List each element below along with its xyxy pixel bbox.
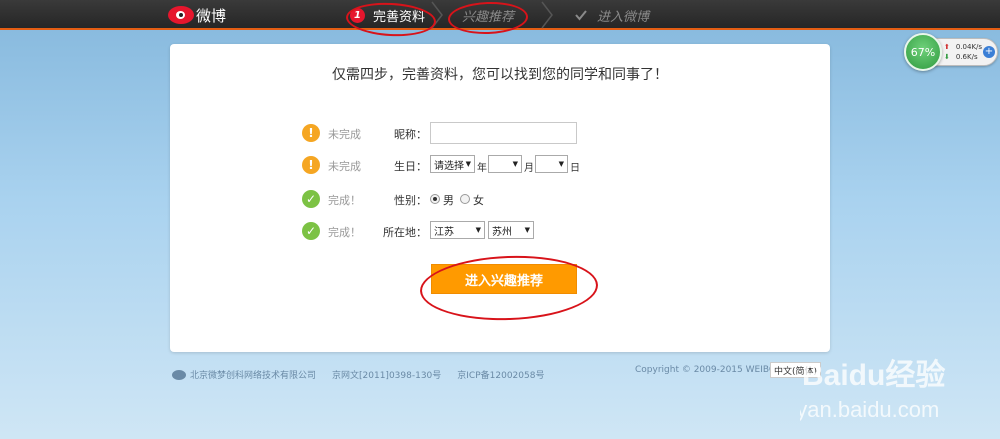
step-label: 完善资料 — [373, 9, 426, 25]
memory-usage-circle[interactable]: 67% — [904, 33, 942, 71]
upload-speed-value: 0.04K/s — [955, 43, 983, 51]
step-label: 进入微博 — [597, 9, 650, 25]
year-unit: 年 — [477, 163, 487, 174]
birthday-row: ! 未完成 生日： 请选择 年 月 日 — [170, 154, 830, 176]
check-circle-icon: ✓ — [302, 222, 320, 240]
chevron-right-icon — [541, 1, 553, 29]
arrow-up-icon: ⬆ — [944, 43, 950, 51]
profile-card: 仅需四步，完善资料，您可以找到您的同学和同事了！ ! 未完成 昵称： ! 未完成… — [170, 44, 830, 352]
warning-icon: ! — [302, 124, 320, 142]
step-complete-profile: 1 完善资料 — [350, 0, 425, 30]
day-unit: 日 — [570, 163, 580, 174]
province-select[interactable]: 江苏 — [430, 221, 485, 239]
footer-company[interactable]: 北京微梦创科网络技术有限公司 — [190, 368, 316, 381]
watermark-brand: Baidu经验 — [802, 358, 945, 392]
watermark-url: jingyan.baidu.com — [800, 397, 939, 422]
location-label: 所在地： — [383, 226, 427, 239]
footer-license-1[interactable]: 京网文[2011]0398-130号 — [332, 368, 441, 381]
download-speed-value: 0.6K/s — [955, 53, 978, 61]
day-select[interactable] — [535, 155, 568, 173]
upload-speed: ⬆ 0.04K/s — [944, 43, 982, 51]
plus-icon[interactable]: + — [983, 46, 995, 58]
month-select[interactable] — [488, 155, 522, 173]
warning-icon: ! — [302, 156, 320, 174]
logo-text: 微博 — [196, 6, 227, 25]
step-interest-recommend: 兴趣推荐 — [462, 0, 514, 30]
step-number-badge: 1 — [350, 7, 365, 23]
gender-row: ✓ 完成！ 性别： 男 女 — [170, 188, 830, 210]
chevron-right-icon — [431, 1, 443, 29]
weibo-logo[interactable]: 微博 — [168, 5, 226, 25]
page-headline: 仅需四步，完善资料，您可以找到您的同学和同事了！ — [332, 67, 668, 83]
year-select[interactable]: 请选择 — [430, 155, 475, 173]
footer-copyright: Copyright © 2009-2015 WEIBO — [635, 365, 776, 375]
check-circle-icon: ✓ — [302, 190, 320, 208]
nickname-row: ! 未完成 昵称： — [170, 122, 830, 144]
weibo-eye-icon — [168, 6, 194, 24]
gender-female-radio[interactable] — [460, 194, 470, 204]
baidu-jingyan-watermark: Baidu经验 jingyan.baidu.com — [800, 358, 945, 422]
step-label: 兴趣推荐 — [462, 9, 515, 25]
nickname-input[interactable] — [430, 122, 577, 144]
footer-links: 北京微梦创科网络技术有限公司 京网文[2011]0398-130号 京ICP备1… — [172, 368, 560, 381]
step-enter-weibo: 进入微博 — [575, 0, 649, 30]
gender-male-radio[interactable] — [430, 194, 440, 204]
city-select[interactable]: 苏州 — [488, 221, 534, 239]
arrow-down-icon: ⬇ — [944, 53, 950, 61]
gender-label: 性别： — [394, 194, 427, 207]
location-row: ✓ 完成！ 所在地： 江苏 苏州 — [170, 220, 830, 242]
check-icon — [575, 10, 587, 21]
download-speed: ⬇ 0.6K/s — [944, 53, 978, 61]
month-unit: 月 — [524, 163, 534, 174]
gender-female-label[interactable]: 女 — [473, 192, 484, 208]
enter-interest-button[interactable]: 进入兴趣推荐 — [431, 264, 577, 294]
gender-male-label[interactable]: 男 — [443, 192, 454, 208]
birthday-label: 生日： — [394, 160, 427, 173]
footer-license-2[interactable]: 京ICP备12002058号 — [457, 368, 544, 381]
weibo-small-icon — [172, 369, 186, 380]
nickname-label: 昵称： — [394, 128, 427, 141]
top-navigation-bar: 微博 1 完善资料 兴趣推荐 进入微博 — [0, 0, 1000, 30]
